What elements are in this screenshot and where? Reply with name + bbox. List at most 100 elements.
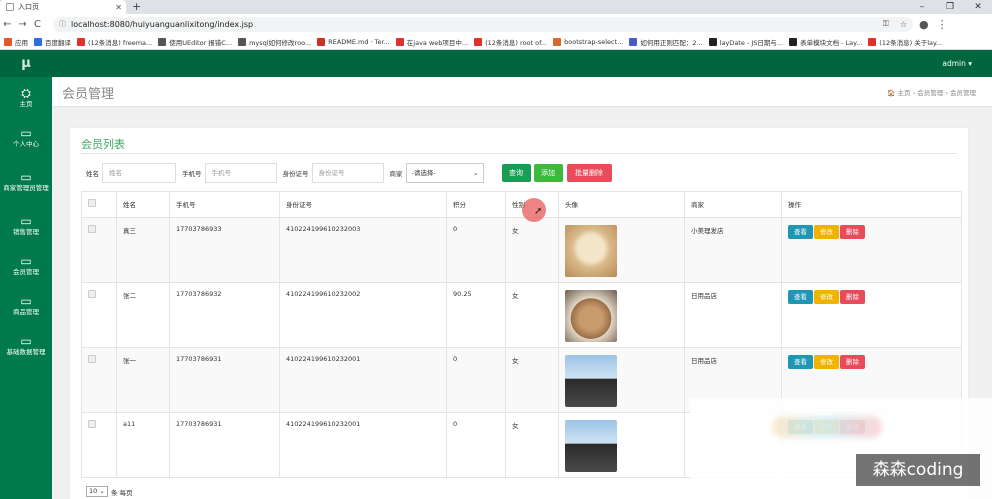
bookmark-label: 表单模块文档 - Lay... <box>800 38 863 47</box>
phone-input[interactable]: 手机号 <box>204 163 277 183</box>
bookmark-item[interactable]: 百度翻译 <box>34 37 71 47</box>
bookmark-label: layDate - JS日期与... <box>719 38 784 47</box>
sidebar-item[interactable]: ▭ 销售管理 <box>0 205 52 245</box>
breadcrumb: 🏠 主页 › 会员管理 › 会员管理 <box>887 89 976 97</box>
view-button[interactable]: 查看 <box>788 225 813 239</box>
bookmark-label: 应用 <box>15 38 28 47</box>
browser-tab[interactable]: 入口页 ✕ <box>0 0 126 14</box>
maximize-window-button[interactable]: ❐ <box>936 0 964 14</box>
id-input[interactable]: 身份证号 <box>311 163 384 183</box>
bookmark-label: 使用UEditor 报错C... <box>169 38 233 47</box>
cat-photo <box>565 290 617 342</box>
row-select-cell[interactable] <box>81 217 117 283</box>
bookmark-item[interactable]: 在java web项目中... <box>395 37 468 47</box>
column-header[interactable]: 头像 <box>558 191 685 218</box>
forward-button[interactable]: → <box>15 19 30 30</box>
column-header[interactable]: 积分 <box>446 191 506 218</box>
row-select-cell[interactable] <box>81 412 117 478</box>
ops-cell: 查看修改删除 <box>781 282 962 348</box>
row-select-cell[interactable] <box>81 282 117 348</box>
bookmark-label: 如何用正则匹配：2... <box>640 38 703 47</box>
bookmark-item[interactable]: 应用 <box>4 37 28 47</box>
page-size-select[interactable]: 10 ⌄ <box>86 486 108 497</box>
row-checkbox[interactable] <box>88 290 96 298</box>
row-checkbox[interactable] <box>88 225 96 233</box>
view-button[interactable]: 查看 <box>788 355 813 369</box>
bookmark-item[interactable]: mysql如何修改roo... <box>238 37 311 47</box>
bookmark-item[interactable]: (12条消息) 关于lay... <box>868 37 942 47</box>
bookmark-favicon-icon <box>553 37 562 46</box>
key-icon[interactable]: ⚿ <box>883 19 889 29</box>
sidebar-item[interactable]: ▭ 个人中心 <box>0 117 52 157</box>
row-checkbox[interactable] <box>88 420 96 428</box>
bookmark-item[interactable]: bootstrap-select... <box>553 37 623 46</box>
delete-button[interactable]: 删除 <box>840 225 865 239</box>
delete-button[interactable]: 删除 <box>840 355 865 369</box>
close-tab-icon[interactable]: ✕ <box>115 3 122 12</box>
column-header[interactable]: 身份证号 <box>279 191 447 218</box>
page-title: 会员管理 <box>62 87 115 102</box>
points-cell: 0 <box>446 412 506 478</box>
select-all-checkbox[interactable] <box>88 199 96 207</box>
edit-button[interactable]: 修改 <box>814 355 839 369</box>
add-button[interactable]: 添加 <box>533 164 563 182</box>
monitor-icon: ▭ <box>20 126 32 140</box>
column-header[interactable]: 手机号 <box>169 191 280 218</box>
delete-button[interactable]: 删除 <box>840 290 865 304</box>
edit-button[interactable]: 修改 <box>814 225 839 239</box>
sidebar-item[interactable]: ▭ 基础数据管理 <box>0 325 52 365</box>
column-header[interactable]: 姓名 <box>116 191 170 218</box>
mouse-cursor-icon: ➚ <box>534 206 543 217</box>
address-bar[interactable]: ⓘ localhost:8080/huiyuanguanlixitong/ind… <box>53 16 913 32</box>
bookmark-favicon-icon <box>708 37 717 46</box>
page-size-value: 10 <box>89 487 98 495</box>
column-header[interactable]: 操作 <box>781 191 962 218</box>
sidebar-item[interactable]: ▭ 商品管理 <box>0 285 52 325</box>
new-tab-button[interactable]: + <box>132 0 141 14</box>
sidebar-item-label: 商品管理 <box>13 308 39 316</box>
avatar-cell <box>558 412 685 478</box>
sidebar-item[interactable]: ▭ 商家管理员管理 <box>0 157 52 205</box>
batch-delete-button[interactable]: 批量删除 <box>566 164 612 182</box>
bookmark-favicon-icon <box>158 37 167 46</box>
table-row: 真三 17703786933 410224199610232003 0 女 小美理发店 查看… <box>81 217 962 283</box>
browser-menu-icon[interactable]: ⋮ <box>937 18 948 31</box>
edit-button[interactable]: 修改 <box>814 290 839 304</box>
bookmark-item[interactable]: 表单模块文档 - Lay... <box>789 37 862 47</box>
name-input[interactable]: 姓名 <box>102 163 176 183</box>
profile-icon[interactable]: ● <box>919 18 929 31</box>
browser-tab-strip: 入口页 ✕ + – ❐ ✕ <box>0 0 992 14</box>
minimize-window-button[interactable]: – <box>908 0 936 14</box>
bookmark-star-icon[interactable]: ☆ <box>900 20 907 29</box>
row-select-cell[interactable] <box>81 347 117 413</box>
name-cell: 张一 <box>116 347 170 413</box>
sidebar-item-label: 会员管理 <box>13 268 39 276</box>
bookmark-item[interactable]: layDate - JS日期与... <box>708 37 784 47</box>
name-cell: 真三 <box>116 217 170 283</box>
idcard-cell: 410224199610232001 <box>279 412 447 478</box>
bookmark-item[interactable]: README.md · Ter... <box>317 37 390 46</box>
select-all-header[interactable] <box>81 191 117 218</box>
reload-button[interactable]: C <box>30 19 45 30</box>
page-favicon-icon <box>6 3 14 11</box>
shop-select[interactable]: -请选择- ⌄ <box>405 163 484 183</box>
idcard-cell: 410224199610232003 <box>279 217 447 283</box>
info-icon[interactable]: ⓘ <box>59 19 66 29</box>
bookmark-item[interactable]: 如何用正则匹配：2... <box>629 37 703 47</box>
close-window-button[interactable]: ✕ <box>964 0 992 14</box>
sidebar-item[interactable]: ▭ 会员管理 <box>0 245 52 285</box>
row-checkbox[interactable] <box>88 355 96 363</box>
search-button[interactable]: 查询 <box>501 164 531 182</box>
view-button[interactable]: 查看 <box>788 290 813 304</box>
column-header[interactable]: 商家 <box>684 191 782 218</box>
bookmark-item[interactable]: 使用UEditor 报错C... <box>158 37 232 47</box>
bookmark-label: 百度翻译 <box>45 38 71 47</box>
url-text[interactable]: localhost:8080/huiyuanguanlixitong/index… <box>71 20 878 29</box>
back-button[interactable]: ← <box>0 19 15 30</box>
bookmark-label: (12条消息) 关于lay... <box>879 38 943 47</box>
chevron-down-icon: ⌄ <box>473 169 479 177</box>
bookmark-item[interactable]: (12条消息) root of... <box>474 37 547 47</box>
bookmark-item[interactable]: (12条消息) freema... <box>77 37 152 47</box>
sidebar-item[interactable]: ⛭ 主页 <box>0 77 52 117</box>
admin-user-menu[interactable]: admin ▾ <box>942 50 972 77</box>
